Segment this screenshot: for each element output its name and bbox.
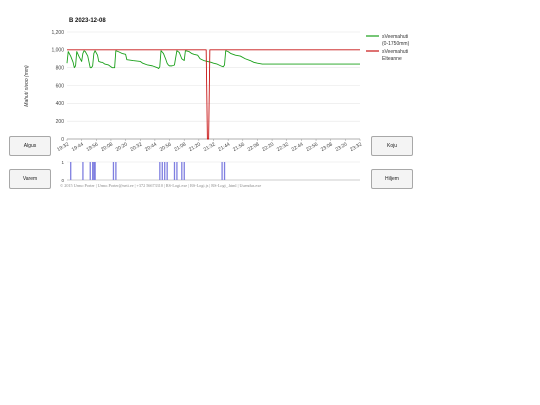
x-tick-label: 19:56 — [85, 141, 99, 153]
y-tick-label: 1,200 — [51, 30, 64, 36]
y-tick-label: 200 — [56, 119, 65, 125]
x-tick-label: 23:08 — [320, 141, 334, 153]
x-tick-label: 21:44 — [217, 141, 231, 153]
x-tick-label: 20:32 — [129, 141, 143, 153]
activity-y-tick-labels: 01 — [61, 160, 64, 183]
y-tick-label: 0 — [61, 137, 64, 143]
legend: sVeemahuti (0-1750mm) sVeemahuti Elteanne — [366, 34, 410, 62]
y-tick-label: 800 — [56, 65, 65, 71]
activity-pulse — [93, 162, 95, 180]
activity-pulse — [164, 162, 166, 180]
first-button[interactable]: Algus — [9, 136, 51, 156]
x-tick-label: 20:20 — [115, 141, 129, 153]
activity-pulses — [70, 162, 226, 180]
activity-pulse — [159, 162, 161, 180]
x-tick-label: 23:20 — [335, 141, 349, 153]
activity-pulse — [223, 162, 226, 180]
y-tick-label: 400 — [56, 101, 65, 107]
activity-grid — [67, 161, 360, 181]
x-tick-label: 20:56 — [159, 141, 173, 153]
home-button[interactable]: Koju — [371, 136, 413, 156]
x-tick-label: 20:44 — [144, 141, 158, 153]
y-axis-label: Mahuti nivoo (mm) — [24, 65, 30, 107]
x-tick-label: 19:32 — [56, 141, 70, 153]
activity-pulse — [161, 162, 163, 180]
activity-pulse — [166, 162, 168, 180]
legend-label-2: sVeemahuti Elteanne — [382, 49, 408, 62]
activity-pulse — [221, 162, 223, 180]
x-tick-label: 22:32 — [276, 141, 290, 153]
x-tick-label: 21:32 — [203, 141, 217, 153]
activity-pulse — [115, 162, 117, 180]
later-button[interactable]: Hiljem — [371, 169, 413, 189]
y-tick-label: 1,000 — [51, 48, 64, 54]
series-line-1 — [66, 50, 360, 70]
x-tick-label: 23:32 — [349, 141, 363, 153]
legend-label-1: sVeemahuti (0-1750mm) — [382, 34, 410, 47]
footer-credits: © 2015 Urmo Porter | Urmo.Porter@neti.ee… — [60, 183, 262, 188]
activity-pulse — [94, 162, 96, 180]
x-tick-label: 20:08 — [100, 141, 114, 153]
x-tick-label: 21:08 — [173, 141, 187, 153]
main-chart: 02004006008001,0001,200 19:32 19:44 19:56 2… — [24, 18, 410, 183]
x-tick-label: 22:44 — [291, 141, 305, 153]
grid-lines — [66, 31, 361, 141]
x-tick-labels: 19:32 19:44 19:56 20:08 20:20 20:32 20:44 20:56… — [56, 141, 363, 153]
activity-pulse — [183, 162, 185, 180]
activity-pulse — [70, 162, 72, 180]
activity-pulse — [173, 162, 176, 180]
y-tick-label: 600 — [56, 83, 65, 89]
chart-title: B 2023-12-08 — [69, 18, 106, 24]
activity-pulse — [89, 162, 91, 180]
activity-pulse — [92, 162, 94, 180]
x-tick-label: 22:20 — [261, 141, 275, 153]
earlier-button[interactable]: Varem — [9, 169, 51, 189]
series-lines — [66, 49, 360, 140]
x-tick-label: 21:56 — [232, 141, 246, 153]
activity-pulse — [181, 162, 183, 180]
activity-pulse — [176, 162, 178, 180]
x-tick-label: 19:44 — [71, 141, 85, 153]
activity-pulse — [112, 162, 115, 180]
y-tick-labels: 0 200 400 600 800 1,000 1,200 — [51, 30, 64, 143]
x-tick-label: 22:56 — [305, 141, 319, 153]
activity-pulse — [82, 162, 84, 180]
activity-y-tick-label: 1 — [61, 160, 64, 165]
x-tick-label: 21:20 — [188, 141, 202, 153]
x-tick-label: 22:08 — [247, 141, 261, 153]
